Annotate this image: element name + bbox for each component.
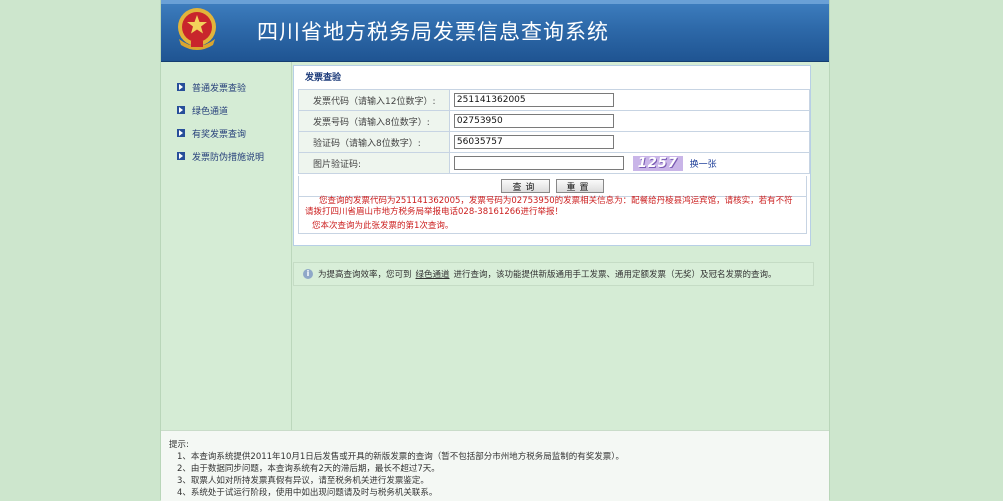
sidebar-item-label: 有奖发票查询 — [192, 129, 247, 140]
green-channel-link[interactable]: 绿色通道 — [416, 268, 450, 280]
site-title: 四川省地方税务局发票信息查询系统 — [257, 20, 609, 44]
invoice-form-table: 发票代码（请输入12位数字）: 发票号码（请输入8位数字）: 验证码（请输入8位… — [298, 89, 811, 174]
sidebar-item-label: 普通发票查验 — [192, 83, 247, 94]
form-row: 图片验证码: 1257 换一张 — [298, 152, 811, 174]
note-item: 4、系统处于试运行阶段，使用中如出现问题请及时与税务机关联系。 — [177, 488, 438, 498]
arrow-bullet-icon — [177, 106, 185, 114]
form-row: 验证码（请输入8位数字）: — [298, 131, 811, 153]
invoice-number-input[interactable] — [453, 114, 614, 128]
arrow-bullet-icon — [177, 83, 185, 91]
info-icon: i — [303, 269, 313, 279]
tip-suffix: 进行查询，该功能提供新版通用手工发票、通用定额发票（无奖）及冠名发票的查询。 — [453, 270, 777, 280]
arrow-bullet-icon — [177, 152, 185, 160]
info-tip-bar: i 为提高查询效率，您可到 绿色通道 进行查询，该功能提供新版通用手工发票、通用… — [293, 262, 814, 286]
result-box: 您查询的发票代码为251141362005，发票号码为02753950的发票相关… — [298, 196, 807, 234]
sidebar-item-general-invoice-check[interactable]: 普通发票查验 — [177, 80, 246, 94]
notes-section: 提示: 1、本查询系统提供2011年10月1日后发售或开具的新版发票的查询（暂不… — [161, 430, 829, 501]
form-button-row: 查询 重置 — [298, 176, 807, 197]
form-row: 发票号码（请输入8位数字）: — [298, 110, 811, 132]
arrow-bullet-icon — [177, 129, 185, 137]
site-header: 四川省地方税务局发票信息查询系统 — [161, 0, 829, 62]
sidebar-item-green-channel[interactable]: 绿色通道 — [177, 103, 228, 117]
captcha-refresh-link[interactable]: 换一张 — [690, 160, 717, 170]
note-item: 3、取票人如对所持发票真假有异议，请至税务机关进行发票鉴定。 — [177, 476, 429, 486]
reset-button[interactable]: 重置 — [555, 179, 604, 193]
sidebar-item-anti-counterfeit[interactable]: 发票防伪措施说明 — [177, 149, 264, 163]
query-button[interactable]: 查询 — [501, 179, 550, 193]
sidebar-item-prize-invoice[interactable]: 有奖发票查询 — [177, 126, 246, 140]
note-item: 1、本查询系统提供2011年10月1日后发售或开具的新版发票的查询（暂不包括部分… — [177, 452, 625, 462]
invoice-check-panel: 发票查验 发票代码（请输入12位数字）: 发票号码（请输入8位数字）: 验证码（… — [293, 65, 811, 246]
panel-heading: 发票查验 — [305, 73, 342, 83]
tip-prefix: 为提高查询效率，您可到 — [318, 270, 412, 280]
form-row: 发票代码（请输入12位数字）: — [298, 89, 811, 111]
verify-code-input[interactable] — [453, 135, 614, 149]
captcha-input[interactable] — [453, 156, 624, 170]
tax-emblem-logo — [178, 8, 216, 50]
sidebar: 普通发票查验 绿色通道 有奖发票查询 发票防伪措施说明 — [161, 62, 292, 430]
captcha-label: 图片验证码: — [298, 152, 450, 174]
page-container: 四川省地方税务局发票信息查询系统 普通发票查验 绿色通道 有奖发票查询 发票防伪… — [160, 0, 830, 501]
sidebar-item-label: 绿色通道 — [192, 106, 229, 117]
header-highlight — [161, 0, 829, 4]
note-item: 2、由于数据同步问题，本查询系统有2天的滞后期，最长不超过7天。 — [177, 464, 440, 474]
query-count-message: 您本次查询为此张发票的第1次查询。 — [312, 221, 454, 231]
notes-title: 提示: — [169, 440, 189, 450]
invoice-code-input[interactable] — [453, 93, 614, 107]
invoice-code-label: 发票代码（请输入12位数字）: — [298, 89, 450, 111]
captcha-image[interactable]: 1257 — [632, 155, 683, 171]
result-message: 您查询的发票代码为251141362005，发票号码为02753950的发票相关… — [305, 196, 793, 217]
invoice-number-label: 发票号码（请输入8位数字）: — [298, 110, 450, 132]
sidebar-item-label: 发票防伪措施说明 — [192, 152, 265, 163]
verify-code-label: 验证码（请输入8位数字）: — [298, 131, 450, 153]
